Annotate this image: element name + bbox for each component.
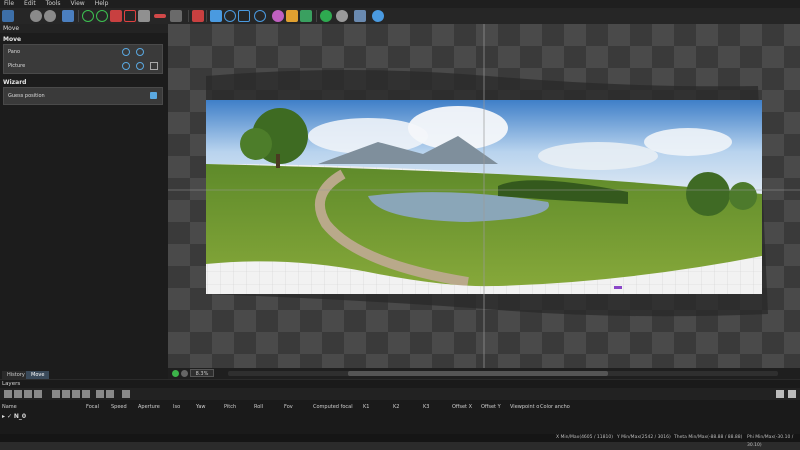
select-icon[interactable]	[210, 10, 222, 22]
view-list-icon[interactable]	[776, 390, 784, 398]
crosshair-move-icon[interactable]	[96, 10, 108, 22]
panel-title: Move	[0, 24, 168, 33]
control-points-icon[interactable]	[110, 10, 122, 22]
move-box: Pano Picture	[3, 44, 163, 74]
link-icon[interactable]	[72, 390, 80, 398]
help-icon[interactable]	[372, 10, 384, 22]
panorama-icon[interactable]	[62, 10, 74, 22]
import-icon[interactable]	[106, 390, 114, 398]
col-computed-focal: Computed focal	[313, 404, 353, 410]
add-layer-icon[interactable]	[4, 390, 12, 398]
viewport-footer: 8.3%	[168, 368, 800, 379]
crosshair-green-icon[interactable]	[82, 10, 94, 22]
layers-icon[interactable]	[2, 10, 14, 22]
col-color-anchor: Color ancho	[540, 404, 570, 410]
col-aperture: Aperture	[138, 404, 160, 410]
col-roll: Roll	[254, 404, 264, 410]
panel-tabs: History Move	[0, 370, 168, 379]
zoom-in-icon[interactable]	[172, 370, 179, 377]
status-phi: Phi Min/Max(-30.10 / 30.10)	[747, 435, 794, 448]
zoom-field[interactable]: 8.3%	[190, 369, 214, 377]
menu-help[interactable]: Help	[91, 0, 115, 8]
rotate-right-icon[interactable]	[136, 48, 144, 56]
col-k2: K2	[393, 404, 400, 410]
status-x: X Min/Max(4605 / 11810)	[556, 435, 613, 440]
menu-file[interactable]: File	[0, 0, 20, 8]
blend-icon[interactable]	[286, 10, 298, 22]
status-theta: Theta Min/Max(-88.88 / 88.88)	[674, 435, 743, 440]
add-group-icon[interactable]	[14, 390, 22, 398]
col-k1: K1	[363, 404, 370, 410]
redo-icon[interactable]	[44, 10, 56, 22]
col-viewpoint: Viewpoint o	[510, 404, 540, 410]
gear-icon[interactable]	[336, 10, 348, 22]
layers-panel: Layers Name Focal Speed Aperture Iso Yaw…	[0, 380, 800, 442]
menu-tools[interactable]: Tools	[42, 0, 67, 8]
move-picture-icon[interactable]	[122, 62, 130, 70]
col-iso: Iso	[173, 404, 181, 410]
wizard-box: Guess position	[3, 87, 163, 105]
tab-move[interactable]: Move	[26, 371, 50, 379]
horizontal-scrollbar[interactable]	[228, 371, 778, 376]
menu-view[interactable]: View	[66, 0, 90, 8]
layer-row[interactable]: ▸ ✓ N_0	[2, 413, 26, 420]
col-name: Name	[2, 404, 17, 410]
fit-picture-icon[interactable]	[150, 62, 158, 70]
rotate-picture-icon[interactable]	[136, 62, 144, 70]
align-icon[interactable]	[62, 390, 70, 398]
layer-name: N_0	[13, 413, 27, 420]
move-pano-icon[interactable]	[224, 10, 236, 22]
view-grid-icon[interactable]	[788, 390, 796, 398]
undo-icon[interactable]	[30, 10, 42, 22]
color-icon[interactable]	[272, 10, 284, 22]
col-fov: Fov	[284, 404, 293, 410]
scroll-thumb[interactable]	[348, 371, 608, 376]
expand-arrow-icon[interactable]: ▸	[2, 413, 5, 420]
check-icon[interactable]: ✓	[7, 413, 12, 420]
col-offset-x: Offset X	[452, 404, 473, 410]
menu-bar: File Edit Tools View Help	[0, 0, 800, 8]
col-focal: Focal	[86, 404, 99, 410]
level-icon[interactable]	[170, 10, 182, 22]
crop-icon[interactable]	[124, 10, 136, 22]
unlink-icon[interactable]	[82, 390, 90, 398]
layers-title: Layers	[2, 381, 21, 387]
col-pitch: Pitch	[224, 404, 237, 410]
picture-label: Picture	[8, 63, 26, 69]
panorama-viewport[interactable]	[168, 24, 800, 368]
horizon-icon[interactable]	[154, 14, 166, 18]
panorama-canvas	[168, 24, 800, 368]
col-k3: K3	[423, 404, 430, 410]
move-panel: Move Move Pano Picture Wizard Guess posi…	[0, 24, 168, 370]
delete-layer-icon[interactable]	[34, 390, 42, 398]
center-icon[interactable]	[254, 10, 266, 22]
col-yaw: Yaw	[196, 404, 206, 410]
wand-icon[interactable]	[150, 92, 157, 99]
col-speed: Speed	[111, 404, 127, 410]
render-icon[interactable]	[192, 10, 204, 22]
layers-toolbar	[0, 388, 800, 400]
mask-icon[interactable]	[138, 10, 150, 22]
menu-edit[interactable]: Edit	[20, 0, 42, 8]
guess-position-label: Guess position	[8, 93, 45, 99]
move-section-title: Move	[3, 36, 22, 43]
fit-icon[interactable]	[238, 10, 250, 22]
export-icon[interactable]	[96, 390, 104, 398]
rotate-left-icon[interactable]	[122, 48, 130, 56]
wrench-icon[interactable]	[354, 10, 366, 22]
sort-icon[interactable]	[52, 390, 60, 398]
zoom-out-icon[interactable]	[181, 370, 188, 377]
preview-icon[interactable]	[300, 10, 312, 22]
properties-icon[interactable]	[122, 390, 130, 398]
pano-label: Pano	[8, 49, 21, 55]
duplicate-layer-icon[interactable]	[24, 390, 32, 398]
col-offset-y: Offset Y	[481, 404, 501, 410]
search-icon[interactable]	[320, 10, 332, 22]
status-bar: X Min/Max(4605 / 11810) Y Min/Max(2542 /…	[0, 434, 800, 448]
wizard-section-title: Wizard	[3, 79, 27, 86]
status-y: Y Min/Max(2542 / 3016)	[617, 435, 671, 440]
toolbar	[0, 8, 800, 25]
